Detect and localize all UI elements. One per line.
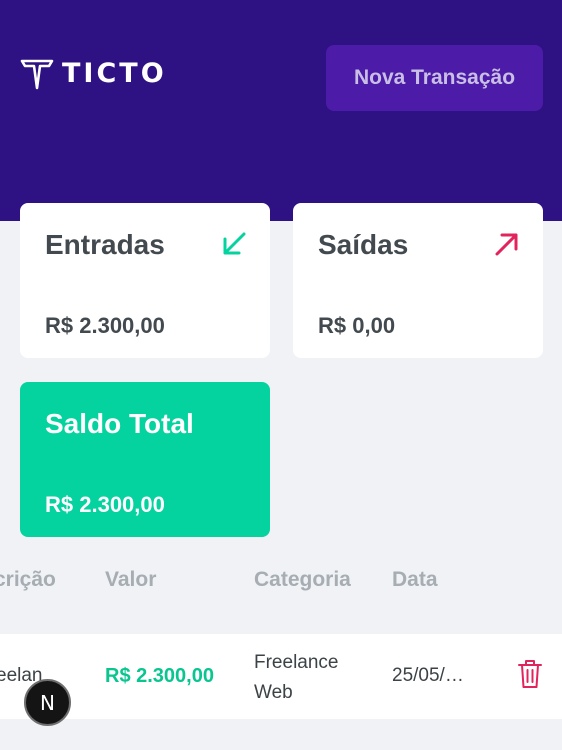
row-value: R$ 2.300,00 (105, 665, 214, 687)
total-balance-card: Saldo Total R$ 2.300,00 (20, 382, 270, 537)
income-title: Entradas (45, 229, 165, 260)
new-transaction-button[interactable]: Nova Transação (326, 45, 543, 111)
logo-text: TICTO (62, 58, 167, 89)
trash-icon[interactable] (517, 659, 543, 689)
row-date: 25/05/… (392, 665, 464, 686)
table-row: eelan R$ 2.300,00 Freelance Web 25/05/… (0, 634, 562, 719)
total-value: R$ 2.300,00 (45, 492, 165, 517)
income-value: R$ 2.300,00 (45, 313, 165, 338)
app-header: TICTO Nova Transação (0, 0, 562, 221)
row-category: Freelance Web (254, 652, 339, 703)
column-header-category: Categoria (254, 568, 351, 591)
arrow-up-right-icon (495, 233, 518, 256)
expense-title: Saídas (318, 229, 409, 260)
nextjs-icon: N (40, 690, 55, 715)
column-header-value: Valor (105, 568, 157, 591)
ticto-logo: TICTO (20, 57, 167, 91)
expense-value: R$ 0,00 (318, 313, 396, 338)
ticto-logo-icon (20, 59, 54, 90)
arrow-down-left-icon (223, 232, 246, 255)
nextjs-dev-badge[interactable]: N (24, 679, 71, 726)
column-header-date: Data (392, 568, 438, 591)
income-card: Entradas R$ 2.300,00 (20, 203, 270, 358)
total-title: Saldo Total (45, 408, 194, 439)
column-header-description: crição (0, 568, 56, 591)
expense-card: Saídas R$ 0,00 (293, 203, 543, 358)
